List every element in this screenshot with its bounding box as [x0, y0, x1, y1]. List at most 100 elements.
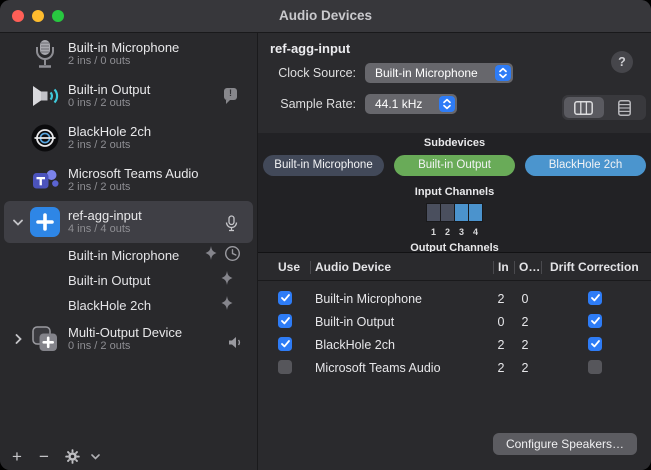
gear-icon[interactable] — [65, 449, 80, 464]
window-title: Audio Devices — [0, 0, 651, 32]
microphone-status-icon — [225, 215, 238, 237]
drift-checkbox[interactable] — [588, 314, 602, 328]
cell-in: 2 — [490, 292, 512, 306]
device-detail: 2 ins / 2 outs — [68, 139, 151, 152]
sidebar-item-built-in-microphone[interactable]: Built-in Microphone 2 ins / 0 outs — [0, 33, 257, 75]
clock-source-label: Clock Source: — [258, 66, 356, 80]
device-detail: 0 ins / 2 outs — [68, 97, 150, 110]
sidebar-item-multi-output-device[interactable]: Multi-Output Device 0 ins / 2 outs — [0, 318, 257, 360]
aggregate-device-icon — [28, 207, 62, 237]
table-header: Use Audio Device In O… Drift Correction — [258, 253, 651, 281]
spark-icon — [219, 270, 235, 291]
use-checkbox[interactable] — [278, 337, 292, 351]
remove-device-button[interactable]: − — [39, 448, 49, 466]
device-name: Microsoft Teams Audio — [68, 166, 199, 181]
input-channels-title: Input Channels — [258, 186, 651, 198]
chevron-down-icon[interactable] — [91, 454, 100, 460]
device-sidebar: Built-in Microphone 2 ins / 0 outs Built… — [0, 33, 258, 470]
cell-out: 0 — [514, 292, 536, 306]
output-channels-title: Output Channels — [258, 242, 651, 252]
table-row[interactable]: BlackHole 2ch 2 2 — [258, 334, 651, 357]
device-detail: 2 ins / 0 outs — [68, 55, 179, 68]
subdevice-pill-built-in-microphone[interactable]: Built-in Microphone — [263, 155, 384, 176]
device-name: Built-in Microphone — [68, 40, 179, 55]
sample-rate-value: 44.1 kHz — [375, 97, 422, 111]
subdevice-pill-built-in-output[interactable]: Built-in Output — [394, 155, 515, 176]
col-out: O… — [519, 260, 540, 274]
rows-view-button[interactable] — [605, 97, 645, 118]
spark-icon — [203, 245, 219, 266]
sidebar-item-built-in-output[interactable]: Built-in Output 0 ins / 2 outs — [0, 75, 257, 117]
main-panel: ref-agg-input ? Clock Source: Built-in M… — [258, 33, 651, 470]
cell-out: 2 — [514, 315, 536, 329]
columns-icon — [574, 101, 593, 115]
table-row[interactable]: Microsoft Teams Audio 2 2 — [258, 357, 651, 380]
minimize-button[interactable] — [32, 10, 44, 22]
sample-rate-popup[interactable]: 44.1 kHz — [365, 94, 457, 114]
configure-speakers-button[interactable]: Configure Speakers… — [493, 433, 637, 455]
blackhole-device-icon — [28, 124, 62, 152]
multi-output-device-icon — [28, 324, 62, 354]
speaker-device-icon — [28, 83, 62, 109]
subdevice-name: Built-in Microphone — [68, 248, 179, 263]
subdevice-table-section: Use Audio Device In O… Drift Correction … — [258, 252, 651, 470]
use-checkbox[interactable] — [278, 360, 292, 374]
sample-rate-label: Sample Rate: — [258, 97, 356, 111]
sidebar-item-microsoft-teams-audio[interactable]: Microsoft Teams Audio 2 ins / 2 outs — [0, 159, 257, 201]
device-name: ref-agg-input — [68, 208, 142, 223]
sidebar-item-blackhole-2ch[interactable]: BlackHole 2ch 2 ins / 2 outs — [0, 117, 257, 159]
input-channels-strip — [426, 203, 483, 222]
chevron-right-icon[interactable] — [8, 334, 28, 344]
clock-source-value: Built-in Microphone — [375, 66, 478, 80]
cell-device: Built-in Microphone — [315, 292, 422, 306]
page-title: ref-agg-input — [270, 41, 350, 56]
subdevices-title: Subdevices — [258, 137, 651, 149]
microphone-device-icon — [28, 39, 62, 69]
cell-out: 2 — [514, 338, 536, 352]
drift-checkbox[interactable] — [588, 337, 602, 351]
device-name: BlackHole 2ch — [68, 124, 151, 139]
subdevices-section: Subdevices Built-in Microphone Built-in … — [258, 133, 651, 252]
col-drift: Drift Correction — [550, 260, 639, 274]
clock-source-popup[interactable]: Built-in Microphone — [365, 63, 513, 83]
sidebar-subitem-built-in-microphone[interactable]: Built-in Microphone — [0, 243, 257, 268]
channel-numbers: 1234 — [258, 227, 651, 237]
add-device-button[interactable]: + — [12, 448, 22, 466]
alert-bubble-icon — [224, 88, 237, 100]
cell-out: 2 — [514, 361, 536, 375]
rows-icon — [618, 100, 631, 116]
table-row[interactable]: Built-in Microphone 2 0 — [258, 288, 651, 311]
zoom-button[interactable] — [52, 10, 64, 22]
teams-device-icon — [28, 167, 62, 194]
clock-icon — [224, 245, 241, 267]
drift-checkbox[interactable] — [588, 360, 602, 374]
sidebar-item-ref-agg-input-selected[interactable]: ref-agg-input 4 ins / 4 outs — [4, 201, 253, 243]
sidebar-subitem-blackhole-2ch[interactable]: BlackHole 2ch — [0, 293, 257, 318]
channel-box-3 — [455, 204, 468, 221]
device-settings-header: ref-agg-input ? Clock Source: Built-in M… — [258, 33, 651, 133]
use-checkbox[interactable] — [278, 314, 292, 328]
subdevice-name: BlackHole 2ch — [68, 298, 151, 313]
subdevice-pill-blackhole-2ch[interactable]: BlackHole 2ch — [525, 155, 646, 176]
cell-device: Built-in Output — [315, 315, 394, 329]
col-use: Use — [278, 260, 300, 274]
subdevice-name: Built-in Output — [68, 273, 150, 288]
table-row[interactable]: Built-in Output 0 2 — [258, 311, 651, 334]
title-bar: Audio Devices — [0, 0, 651, 33]
use-checkbox[interactable] — [278, 291, 292, 305]
device-name: Multi-Output Device — [68, 325, 182, 340]
channel-box-4 — [469, 204, 482, 221]
cell-in: 2 — [490, 361, 512, 375]
speaker-status-icon — [228, 336, 243, 354]
drift-checkbox[interactable] — [588, 291, 602, 305]
cell-in: 0 — [490, 315, 512, 329]
close-button[interactable] — [12, 10, 24, 22]
stepper-icon — [495, 65, 511, 81]
audio-devices-window: Audio Devices Built-in Microphone 2 ins … — [0, 0, 651, 470]
sidebar-subitem-built-in-output[interactable]: Built-in Output — [0, 268, 257, 293]
sidebar-toolbar: + − — [0, 443, 257, 470]
col-in: In — [498, 260, 509, 274]
chevron-down-icon[interactable] — [8, 219, 28, 226]
columns-view-button[interactable] — [564, 97, 604, 118]
channel-box-2 — [441, 204, 454, 221]
